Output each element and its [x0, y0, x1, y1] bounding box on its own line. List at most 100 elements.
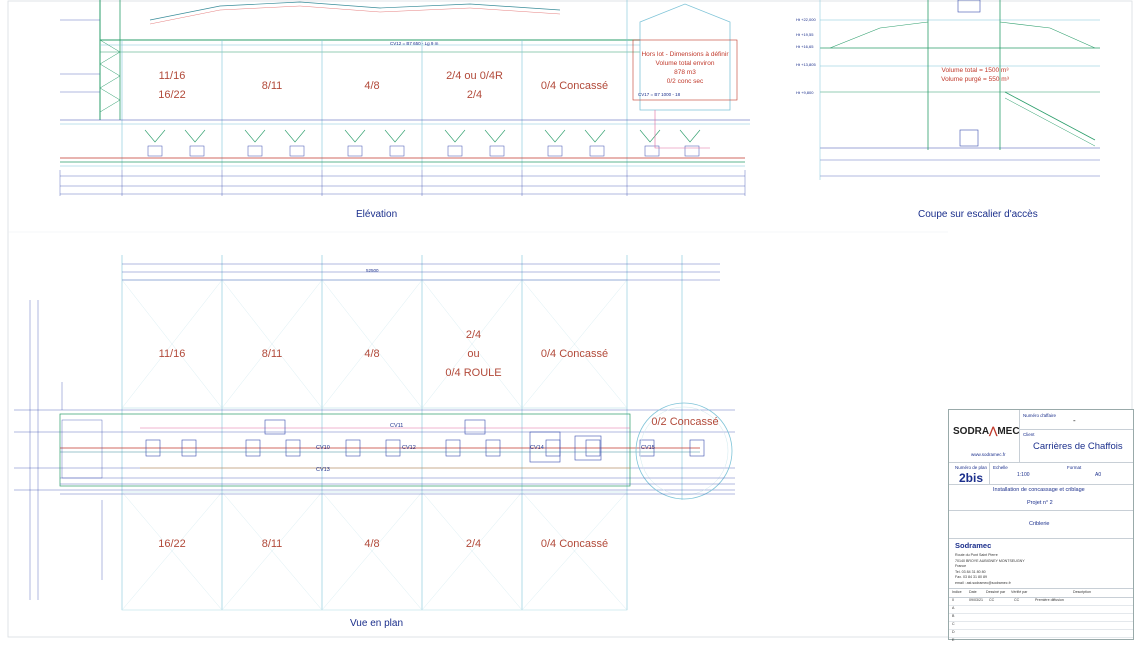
divider	[1019, 410, 1020, 462]
rev-col-header: Description	[1073, 590, 1091, 594]
note-line: Hors lot - Dimensions à définir	[641, 51, 729, 58]
note-line: Volume total environ	[655, 60, 715, 67]
rev-cell: A	[952, 606, 955, 610]
subject: Installation de concassage et criblage	[993, 487, 1085, 493]
conveyor-cv11: CV11	[390, 423, 404, 429]
plan-bay-top-3: 4/8	[322, 345, 422, 364]
conveyor-cv15: CV15	[641, 445, 655, 451]
logo-text-left: SODRA	[953, 426, 990, 437]
bay-label: 2/4	[465, 538, 482, 550]
divider	[949, 588, 1133, 589]
format-value: A0	[1095, 472, 1102, 478]
elevation-title: Elévation	[356, 209, 398, 220]
conveyor-cv14: CV14	[530, 445, 544, 451]
bay-label: 2/4	[465, 329, 482, 341]
logo-text-right: MEC	[997, 426, 1020, 437]
divider	[949, 484, 1133, 485]
divider	[989, 462, 990, 484]
revision-row: D	[949, 630, 1133, 638]
bay-label: 8/11	[261, 80, 283, 92]
title-block: SODRA⋀MEC www.sodramec.fr Numéro d'affai…	[948, 409, 1134, 642]
plan-bay-top-1: 11/16	[122, 345, 222, 364]
conveyor-cv10: CV10	[316, 445, 330, 451]
note-line: 0/2 conc sec	[666, 78, 704, 85]
affaire-label: Numéro d'affaire	[1023, 413, 1057, 418]
conveyor-cv12: CV12	[402, 445, 416, 451]
coupe-drawing	[819, 0, 1100, 180]
company-name: Sodramec	[955, 541, 992, 550]
bay-label: 4/8	[364, 348, 380, 360]
coupe-level-4: Ht +13,805	[796, 62, 816, 67]
drawing-part: Criblerie	[1029, 521, 1050, 527]
bay-label: 16/22	[158, 538, 186, 550]
elevation-bay-3: 4/8	[322, 77, 422, 96]
company-logo: SODRA⋀MEC	[953, 426, 1020, 437]
plan-bay-top-4: 2/4 ou 0/4 ROULE	[422, 326, 525, 383]
rev-col-header: Vérifié par	[1011, 590, 1028, 594]
revision-row: A	[949, 606, 1133, 614]
plan-bay-bottom-1: 16/22	[122, 535, 222, 554]
divider	[949, 538, 1133, 539]
elevation-bay-2: 8/11	[222, 77, 322, 96]
bay-label: 0/4 Concassé	[540, 538, 609, 550]
plan-bay-top-2: 8/11	[222, 345, 322, 364]
rev-cell: 09/03/21	[969, 598, 983, 602]
project-number: Projet n° 2	[1027, 500, 1053, 506]
note-line: Volume purgé = 550 m³	[941, 76, 1009, 83]
coupe-level-2: Ht +19,55	[796, 32, 814, 37]
coupe-level-1: Ht +22,000	[796, 17, 816, 22]
plan-total-dimension: 52500	[366, 268, 379, 273]
hors-lot-note: Hors lot - Dimensions à définir Volume t…	[633, 50, 737, 86]
revision-row: B	[949, 614, 1133, 622]
bay-label: 0/4 Concassé	[540, 80, 609, 92]
plan-title: Vue en plan	[350, 618, 404, 629]
plan-number-label: Numéro de plan	[955, 465, 988, 470]
client-label: Client	[1023, 432, 1035, 437]
plan-bay-bottom-3: 4/8	[322, 535, 422, 554]
note-line: Volume total = 1500 m³	[941, 67, 1009, 74]
rev-cell: Première diffusion	[1035, 598, 1064, 602]
company-website: www.sodramec.fr	[971, 452, 1006, 457]
revision-row: 0 09/03/21 CC CC Première diffusion	[949, 598, 1133, 606]
plan-number: 2bis	[959, 471, 984, 485]
scale-value: 1:100	[1017, 472, 1030, 478]
coupe-note: Volume total = 1500 m³ Volume purgé = 55…	[930, 66, 1020, 84]
bay-label: 16/22	[158, 89, 186, 101]
bay-label: 0/4 Concassé	[540, 348, 609, 360]
rev-col-header: Indice	[952, 590, 962, 594]
elevation-bay-1: 11/16 16/22	[122, 67, 222, 105]
bay-label: 11/16	[158, 348, 186, 360]
elevation-bay-5: 0/4 Concassé	[522, 77, 627, 96]
revision-row: C	[949, 622, 1133, 630]
bay-label: 0/4 ROULE	[445, 367, 502, 379]
plan-bay-top-5: 0/4 Concassé	[522, 345, 627, 364]
plan-bay-bottom-5: 0/4 Concassé	[522, 535, 627, 554]
bay-label: 8/11	[261, 538, 283, 550]
divider	[1019, 429, 1133, 430]
circle-silo-label: 0/2 Concassé	[640, 413, 730, 432]
revision-header: Indice Date Dessiné par Vérifié par Desc…	[949, 590, 1133, 598]
format-label: Format	[1067, 465, 1082, 470]
bay-label: 2/4	[466, 89, 483, 101]
bay-label: 4/8	[364, 538, 380, 550]
address-line: email : ast.sodramec@sodramec.fr	[955, 580, 1011, 585]
plan-drawing	[14, 255, 735, 611]
coupe-title: Coupe sur escalier d'accès	[918, 209, 1038, 220]
rev-cell: B	[952, 614, 955, 618]
plan-bay-bottom-4: 2/4	[422, 535, 525, 554]
rev-cell: CC	[1014, 598, 1020, 602]
rev-cell: C	[952, 622, 955, 626]
conveyor-label-top: CV12 = B7 650 - Lg 9 m	[390, 41, 439, 46]
revision-table: Indice Date Dessiné par Vérifié par Desc…	[949, 590, 1133, 645]
client-value: Carrières de Chaffois	[1033, 441, 1123, 452]
bay-label: 0/2 Concassé	[651, 416, 719, 428]
bay-label: 4/8	[364, 80, 380, 92]
revision-row: E	[949, 638, 1133, 645]
rev-col-header: Dessiné par	[986, 590, 1006, 594]
company-address: Route du Pont Saint Pierre 70140 BROYE A…	[955, 553, 1025, 586]
divider	[949, 462, 1133, 463]
bay-label: 8/11	[261, 348, 283, 360]
bay-label: ou	[467, 348, 480, 360]
affaire-value: -	[1073, 416, 1076, 425]
rev-col-header: Date	[969, 590, 977, 594]
